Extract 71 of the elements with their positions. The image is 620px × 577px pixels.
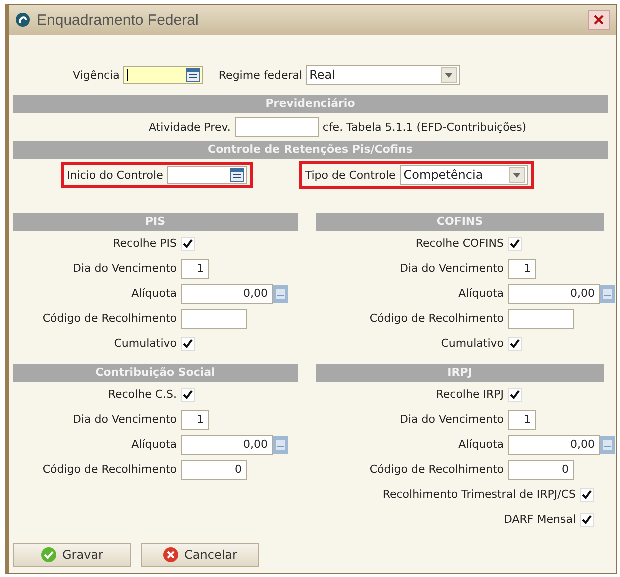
day-input[interactable]: 1 (181, 258, 209, 278)
calendar-icon[interactable] (186, 68, 200, 82)
field-label: Recolhimento Trimestral de IRPJ/CS (382, 488, 576, 501)
code-input[interactable] (181, 308, 247, 328)
field-label: Regime federal (218, 68, 303, 82)
window-title: Enquadramento Federal (37, 12, 200, 28)
checkbox[interactable] (508, 388, 522, 402)
section-header: Controle de Retenções Pis/Cofins (13, 141, 608, 159)
close-button[interactable] (588, 10, 610, 30)
field-label: Alíquota (458, 438, 504, 451)
field-label: Código de Recolhimento (42, 312, 177, 325)
field-label: DARF Mensal (504, 513, 576, 526)
field-label: Dia do Vencimento (72, 262, 177, 275)
section-header: Contribuição Social (13, 364, 298, 382)
day-input[interactable]: 1 (181, 410, 209, 430)
field-label: Dia do Vencimento (399, 413, 504, 426)
checkbox[interactable] (580, 488, 594, 502)
field-label: Dia do Vencimento (72, 413, 177, 426)
close-icon (162, 547, 179, 563)
tipo-dropdown[interactable]: Competência (400, 165, 528, 185)
field-label: Atividade Prev. (149, 120, 231, 134)
save-button[interactable]: Gravar (13, 543, 131, 567)
checkbox[interactable] (508, 236, 522, 250)
date-field[interactable] (122, 66, 203, 84)
app-logo-icon (15, 12, 31, 28)
field-label: Tipo de Controle (305, 168, 396, 182)
field-label: Cumulativo (440, 337, 504, 350)
checkbox[interactable] (181, 336, 195, 350)
day-input[interactable]: 1 (508, 258, 536, 278)
field-label: Recolhe COFINS (414, 237, 504, 250)
section-header: COFINS (316, 213, 604, 231)
field-label: Recolhe PIS (112, 237, 177, 250)
field-label: Código de Recolhimento (368, 312, 504, 325)
field-label: Recolhe IRPJ (435, 388, 504, 401)
field-label: Cumulativo (113, 337, 177, 350)
date-field[interactable] (167, 166, 248, 184)
rate-input[interactable]: 0,00 (508, 434, 600, 454)
code-input[interactable] (508, 308, 574, 328)
rate-input[interactable]: 0,00 (181, 434, 273, 454)
calculator-icon[interactable] (600, 284, 615, 302)
code-input[interactable]: 0 (508, 460, 574, 480)
atividade-input[interactable] (234, 117, 319, 137)
field-label: Alíquota (458, 287, 504, 300)
cancel-button[interactable]: Cancelar (141, 543, 259, 567)
close-icon[interactable] (593, 14, 605, 26)
check-icon (40, 547, 56, 563)
field-label: Dia do Vencimento (399, 262, 504, 275)
checkbox[interactable] (181, 236, 195, 250)
field-label: Código de Recolhimento (368, 463, 504, 476)
code-input[interactable]: 0 (181, 460, 247, 480)
section-header: IRPJ (316, 364, 604, 382)
field-label: Recolhe C.S. (107, 388, 177, 401)
field-label: Código de Recolhimento (42, 463, 177, 476)
section-header: PIS (13, 213, 298, 231)
note-text: cfe. Tabela 5.1.1 (EFD-Contribuições) (322, 120, 527, 134)
checkbox[interactable] (508, 336, 522, 350)
checkbox[interactable] (580, 512, 594, 526)
calendar-icon[interactable] (230, 168, 244, 182)
day-input[interactable]: 1 (508, 410, 536, 430)
field-label: Inicio do Controle (67, 168, 164, 182)
rate-input[interactable]: 0,00 (508, 284, 600, 304)
calculator-icon[interactable] (273, 436, 288, 454)
field-label: Alíquota (130, 287, 177, 300)
section-header: Previdenciário (13, 95, 608, 113)
calculator-icon[interactable] (600, 436, 615, 454)
rate-input[interactable]: 0,00 (181, 284, 273, 304)
field-label: Alíquota (130, 438, 177, 451)
checkbox[interactable] (181, 388, 195, 402)
regime-dropdown[interactable]: Real (306, 65, 460, 85)
field-label: Vigência (73, 68, 120, 82)
calculator-icon[interactable] (273, 284, 288, 302)
